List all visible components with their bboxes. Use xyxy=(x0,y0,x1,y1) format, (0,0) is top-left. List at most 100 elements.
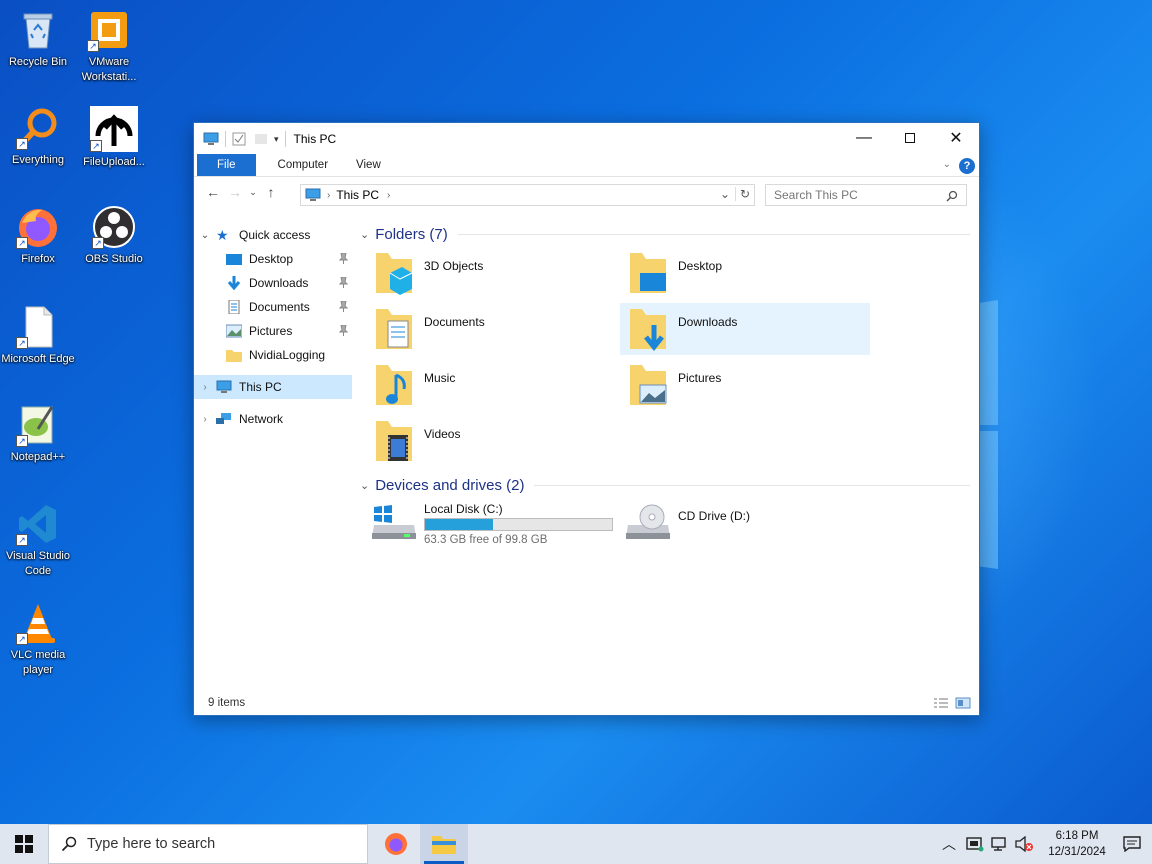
folders-section-header[interactable]: ⌄ Folders (7) xyxy=(360,223,970,245)
shortcut-arrow-icon: ↗ xyxy=(90,140,102,152)
collapse-chevron-icon[interactable]: › xyxy=(194,414,216,425)
downloads-folder-icon xyxy=(630,309,666,351)
start-button[interactable] xyxy=(0,824,48,864)
documents-icon xyxy=(228,300,240,314)
folder-tile-pictures[interactable]: Pictures xyxy=(620,359,870,411)
section-collapse-icon: ⌄ xyxy=(360,479,370,492)
obs-studio-icon: ↗ xyxy=(92,205,136,249)
desktop-icon-edge[interactable]: ↗ Microsoft Edge xyxy=(0,305,76,367)
qat-dropdown-icon[interactable]: ▾ xyxy=(274,134,279,145)
desktop-icon-fileupload[interactable]: ↗ FileUpload... xyxy=(76,106,152,170)
vmware-icon: ↗ xyxy=(87,8,131,52)
firefox-icon: ↗ xyxy=(16,205,60,249)
maximize-button[interactable] xyxy=(887,123,933,153)
vm-tools-tray-icon[interactable] xyxy=(966,836,984,852)
nav-item-nvidialogging[interactable]: NvidiaLogging xyxy=(194,343,352,367)
drive-tile-cd-drive-d[interactable]: CD Drive (D:) xyxy=(620,497,870,549)
desktop-icon-everything[interactable]: ↗ Everything xyxy=(0,106,76,168)
this-pc-icon xyxy=(203,132,219,145)
folder-tile-downloads[interactable]: Downloads xyxy=(620,303,870,355)
folder-tile-music[interactable]: Music xyxy=(366,359,616,411)
folder-tile-desktop[interactable]: Desktop xyxy=(620,247,870,299)
network-icon xyxy=(216,413,231,424)
window-title: This PC xyxy=(293,132,337,146)
music-folder-icon xyxy=(376,365,412,405)
edge-file-icon: ↗ xyxy=(16,305,60,349)
notepad-plus-plus-icon: ↗ xyxy=(16,403,60,447)
folder-icon xyxy=(226,350,242,362)
tiles-view-icon[interactable] xyxy=(955,697,971,709)
shortcut-arrow-icon: ↗ xyxy=(16,138,28,150)
nav-item-downloads[interactable]: Downloads xyxy=(194,271,352,295)
drives-section-header[interactable]: ⌄ Devices and drives (2) xyxy=(360,474,970,496)
desktop-icon-vlc[interactable]: ↗ VLC media player xyxy=(0,601,76,678)
recent-locations-icon[interactable]: ⌄ xyxy=(246,187,260,198)
close-button[interactable]: ✕ xyxy=(933,123,979,153)
local-disk-icon xyxy=(372,505,416,539)
nav-item-documents[interactable]: Documents xyxy=(194,295,352,319)
nav-item-desktop[interactable]: Desktop xyxy=(194,247,352,271)
breadcrumb-this-pc[interactable]: This PC xyxy=(336,188,379,202)
expand-chevron-icon[interactable]: ⌄ xyxy=(194,230,216,241)
address-bar[interactable]: › This PC › ⌄ ↻ xyxy=(300,184,755,206)
nav-item-pictures[interactable]: Pictures xyxy=(194,319,352,343)
forward-button[interactable]: → xyxy=(224,184,246,200)
breadcrumb-chevron-icon[interactable]: › xyxy=(387,190,390,201)
taskbar-search-box[interactable]: Type here to search xyxy=(48,824,368,864)
show-hidden-icons-icon[interactable]: ︿ xyxy=(942,834,956,854)
properties-icon[interactable] xyxy=(232,132,246,146)
help-button[interactable]: ? xyxy=(959,158,975,174)
collapse-chevron-icon[interactable]: › xyxy=(194,382,216,393)
desktop-icon-firefox[interactable]: ↗ Firefox xyxy=(0,205,76,267)
shortcut-arrow-icon: ↗ xyxy=(16,337,28,349)
notifications-button[interactable] xyxy=(1112,824,1152,864)
refresh-icon[interactable]: ↻ xyxy=(734,187,750,201)
tab-file[interactable]: File xyxy=(197,154,256,176)
download-arrow-icon xyxy=(227,276,241,290)
windows-logo-icon xyxy=(15,835,33,853)
expand-ribbon-icon[interactable]: ⌄ xyxy=(943,159,951,170)
view-switcher xyxy=(933,697,971,709)
back-button[interactable]: ← xyxy=(202,184,224,200)
desktop-icon-recycle-bin[interactable]: Recycle Bin xyxy=(0,8,76,70)
pin-icon xyxy=(339,325,348,336)
section-divider xyxy=(457,233,970,235)
shortcut-arrow-icon: ↗ xyxy=(92,237,104,249)
tab-view[interactable]: View xyxy=(342,154,395,176)
drive-tile-local-disk-c[interactable]: Local Disk (C:) 63.3 GB free of 99.8 GB xyxy=(366,497,618,549)
desktop-icon-notepadpp[interactable]: ↗ Notepad++ xyxy=(0,403,76,465)
folder-tile-3d-objects[interactable]: 3D Objects xyxy=(366,247,616,299)
details-view-icon[interactable] xyxy=(933,697,949,709)
desktop-icon-vscode[interactable]: ↗ Visual Studio Code xyxy=(0,502,76,579)
new-folder-icon[interactable] xyxy=(254,132,268,146)
search-box[interactable]: Search This PC xyxy=(765,184,967,206)
folder-tile-documents[interactable]: Documents xyxy=(366,303,616,355)
taskbar-file-explorer[interactable] xyxy=(420,824,468,864)
desktop-icon-obs[interactable]: ↗ OBS Studio xyxy=(76,205,152,267)
search-icon xyxy=(61,836,77,852)
ribbon-tabs: File Computer View ⌄ ? xyxy=(194,154,979,177)
folder-tile-videos[interactable]: Videos xyxy=(366,415,616,467)
shortcut-arrow-icon: ↗ xyxy=(16,633,28,645)
clock-time: 6:18 PM xyxy=(1055,830,1099,842)
taskbar-firefox[interactable] xyxy=(372,824,420,864)
desktop-folder-icon xyxy=(630,253,666,293)
navigation-pane: ⌄ ★ Quick access Desktop Downloads Docum… xyxy=(194,223,352,431)
volume-muted-icon[interactable] xyxy=(1014,836,1034,852)
nav-this-pc[interactable]: › This PC xyxy=(194,375,352,399)
section-divider xyxy=(534,484,970,486)
nav-quick-access[interactable]: ⌄ ★ Quick access xyxy=(194,223,352,247)
nav-network[interactable]: › Network xyxy=(194,407,352,431)
minimize-button[interactable]: — xyxy=(841,123,887,153)
breadcrumb-chevron-icon[interactable]: › xyxy=(327,190,330,201)
star-icon: ★ xyxy=(216,227,229,243)
3d-objects-folder-icon xyxy=(376,253,413,295)
notification-icon xyxy=(1123,836,1141,852)
address-dropdown-icon[interactable]: ⌄ xyxy=(720,187,730,201)
title-bar: ▾ This PC — ✕ xyxy=(194,123,979,155)
tab-computer[interactable]: Computer xyxy=(256,154,343,176)
desktop-icon-vmware[interactable]: ↗ VMware Workstati... xyxy=(71,8,147,85)
up-button[interactable]: ↑ xyxy=(260,184,282,200)
network-tray-icon[interactable] xyxy=(990,836,1008,852)
taskbar-clock[interactable]: 6:18 PM 12/31/2024 xyxy=(1042,828,1112,860)
